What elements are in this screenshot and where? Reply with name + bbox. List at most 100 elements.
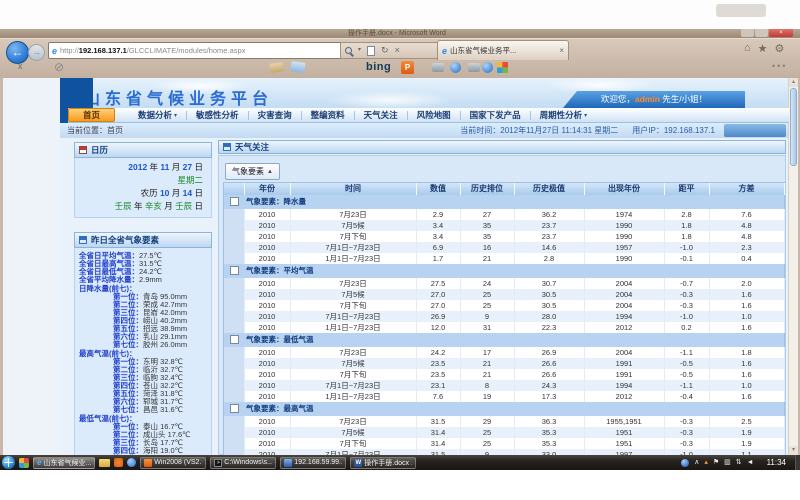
taskbar-button-ie[interactable]: e山东省气候业...	[33, 457, 95, 469]
send-icon[interactable]	[290, 61, 305, 73]
gray-addon-icon[interactable]	[468, 63, 480, 72]
nav-item-5[interactable]: 天气关注	[355, 109, 407, 121]
table-row[interactable]: 20107月下旬27.02530.52004-0.31.6	[224, 300, 784, 311]
table-row[interactable]: 20107月5候23.52126.61991-0.51.6	[224, 358, 784, 369]
alert-icon[interactable]: ▴	[704, 456, 708, 469]
more-icon[interactable]: •••	[772, 61, 787, 71]
compatibility-view-icon[interactable]	[367, 46, 375, 56]
blocked-icon[interactable]: ⊘	[54, 60, 64, 74]
table-cell: 1957	[584, 242, 664, 253]
table-row[interactable]: 20107月5候3.43523.719901.84.8	[224, 220, 784, 231]
blue-addon-icon[interactable]	[482, 62, 493, 73]
table-row[interactable]: 20107月1日~7月23日26.9928.01994-1.01.0	[224, 311, 784, 322]
network-icon[interactable]: ▥	[724, 456, 731, 469]
table-row[interactable]: 20107月下旬31.42535.31951-0.31.9	[224, 438, 784, 449]
grid-addon-icon[interactable]	[497, 62, 508, 73]
nav-item-7[interactable]: 国家下发产品	[461, 109, 530, 121]
checkbox[interactable]	[230, 335, 239, 344]
scrollbar-thumb[interactable]	[790, 88, 797, 166]
minimize-button[interactable]	[741, 29, 754, 37]
home-icon[interactable]: ⌂	[744, 42, 751, 55]
mail-icon[interactable]	[269, 62, 283, 73]
nav-item-label: 天气关注	[364, 109, 398, 121]
vertical-scrollbar[interactable]: ▴ ▾	[788, 78, 798, 455]
scroll-up-icon[interactable]: ▴	[789, 78, 798, 87]
table-row[interactable]: 20107月23日31.52936.31955,1951-0.32.5	[224, 416, 784, 427]
windows-update-icon[interactable]: ⇅	[736, 456, 742, 469]
snapshot-icon[interactable]	[432, 63, 444, 72]
tools-gear-icon[interactable]: ⚙	[775, 42, 785, 55]
checkbox[interactable]	[230, 404, 239, 413]
nav-item-1[interactable]: 数据分析▾	[129, 109, 186, 121]
taskbar-button-vm[interactable]: Win2008 (VS2...	[140, 457, 206, 469]
explorer-folder-icon[interactable]	[99, 459, 110, 467]
favorites-star-icon[interactable]: ★	[758, 42, 768, 55]
table-row[interactable]: 20107月23日27.52430.72004-0.72.0	[224, 278, 784, 289]
address-bar[interactable]: e http://192.168.137.1/GLCCLIMATE/module…	[48, 42, 342, 59]
table-row[interactable]: 20101月1日~7月23日1.7212.81990-0.10.4	[224, 253, 784, 264]
action-center-flag-icon[interactable]: ⚑	[713, 456, 719, 469]
browser-tab[interactable]: e 山东省气候业务平... ×	[437, 40, 569, 60]
nav-item-2[interactable]: 敏感性分析	[187, 109, 248, 121]
tab-close-icon[interactable]: ×	[559, 46, 564, 55]
chevron-down-icon[interactable]: ▾	[358, 43, 361, 58]
start-button[interactable]	[2, 456, 15, 469]
search-icon[interactable]	[345, 47, 352, 54]
orange-app-icon[interactable]	[114, 458, 123, 467]
nav-item-3[interactable]: 灾害查询	[249, 109, 301, 121]
forward-button[interactable]: →	[28, 44, 45, 61]
table-cell: 14.6	[514, 242, 584, 253]
maximize-button[interactable]	[755, 29, 768, 37]
bing-logo[interactable]: bing	[366, 61, 391, 73]
table-cell: 17.3	[514, 391, 584, 402]
nav-item-4[interactable]: 整编资料	[302, 109, 354, 121]
taskbar-button-rdp[interactable]: 192.168.59.99...	[280, 457, 346, 469]
taskbar-button-word[interactable]: W操作手册.docx ..	[350, 457, 416, 469]
table-cell: 25	[460, 289, 514, 300]
close-sidebar-icon[interactable]: x	[18, 61, 23, 71]
table-row[interactable]: 20107月23日24.21726.92004-1.11.8	[224, 347, 784, 358]
table-row[interactable]: 20107月1日~7月23日6.91614.61957-1.02.3	[224, 242, 784, 253]
table-row[interactable]: 20101月1日~7月23日12.03122.320120.21.6	[224, 322, 784, 333]
table-cell: 29	[460, 416, 514, 427]
table-cell: -1.0	[664, 311, 709, 322]
table-group-row[interactable]: 气象要素：最低气温	[224, 333, 784, 347]
table-row[interactable]: 20107月下旬23.52126.61991-0.51.6	[224, 369, 784, 380]
table-header-cell: 出现年份	[584, 183, 664, 195]
quick-launch-icon[interactable]	[19, 458, 29, 468]
table-group-row[interactable]: 气象要素：降水量	[224, 195, 784, 209]
refresh-icon[interactable]: ↻	[381, 43, 389, 58]
checkbox[interactable]	[230, 266, 239, 275]
nav-item-8[interactable]: 周期性分析▾	[531, 109, 597, 121]
element-filter-button[interactable]: 气象要素 ▲	[225, 163, 280, 180]
table-row[interactable]: 20107月23日2.92736.219742.87.6	[224, 209, 784, 220]
table-row[interactable]: 20107月5候31.42535.31951-0.31.9	[224, 427, 784, 438]
close-button[interactable]: ×	[769, 29, 793, 37]
table-cell: 25	[460, 427, 514, 438]
taskbar-clock[interactable]: 11:34	[762, 458, 791, 467]
show-hidden-icons-icon[interactable]: ∧	[694, 456, 699, 469]
row-indicator-cell	[224, 438, 244, 449]
table-group-row[interactable]: 气象要素：最高气温	[224, 402, 784, 416]
volume-icon[interactable]: ◄	[747, 456, 754, 469]
background-window-controls	[716, 4, 766, 17]
sphere-addon-icon[interactable]	[450, 62, 461, 73]
table-cell: -1.1	[664, 347, 709, 358]
messenger-icon[interactable]	[681, 459, 689, 467]
table-row[interactable]: 20101月1日~7月23日7.61917.32012-0.41.6	[224, 391, 784, 402]
taskbar-button-cmd[interactable]: >C:\Windows\s...	[210, 457, 276, 469]
table-cell: 2010	[244, 438, 290, 449]
table-row[interactable]: 20107月5候27.02530.52004-0.31.6	[224, 289, 784, 300]
table-row[interactable]: 20107月1日~7月23日23.1824.31994-1.11.0	[224, 380, 784, 391]
table-row[interactable]: 20107月下旬3.43523.719901.84.8	[224, 231, 784, 242]
nav-item-6[interactable]: 风险地图	[408, 109, 460, 121]
show-desktop-button[interactable]	[795, 455, 800, 470]
table-group-row[interactable]: 气象要素：平均气温	[224, 264, 784, 278]
stop-icon[interactable]: ×	[395, 43, 400, 58]
addon-icon[interactable]: P	[401, 61, 414, 74]
media-player-icon[interactable]	[127, 458, 136, 467]
checkbox[interactable]	[230, 197, 239, 206]
scroll-down-icon[interactable]: ▾	[789, 446, 798, 455]
table-cell: 7月23日	[290, 416, 416, 427]
nav-item-0[interactable]: 首页	[68, 108, 115, 122]
